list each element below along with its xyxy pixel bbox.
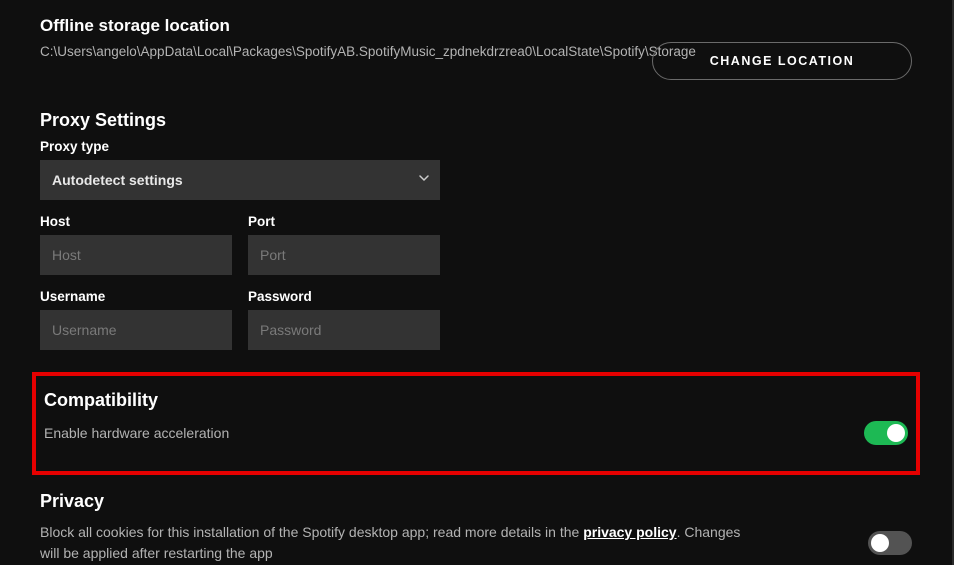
privacy-policy-link[interactable]: privacy policy [583, 524, 676, 540]
proxy-password-label: Password [248, 289, 440, 304]
offline-storage-path: C:\Users\angelo\AppData\Local\Packages\S… [40, 42, 600, 63]
compatibility-heading: Compatibility [44, 390, 908, 411]
toggle-knob [871, 534, 889, 552]
change-location-button[interactable]: CHANGE LOCATION [652, 42, 912, 80]
proxy-password-input[interactable] [248, 310, 440, 350]
block-cookies-text-prefix: Block all cookies for this installation … [40, 524, 583, 540]
hardware-accel-toggle[interactable] [864, 421, 908, 445]
proxy-username-input[interactable] [40, 310, 232, 350]
proxy-host-input[interactable] [40, 235, 232, 275]
proxy-type-select[interactable]: Autodetect settings [40, 160, 440, 200]
proxy-settings-heading: Proxy Settings [40, 110, 912, 131]
toggle-knob [887, 424, 905, 442]
offline-storage-heading: Offline storage location [40, 16, 912, 36]
privacy-heading: Privacy [40, 491, 912, 512]
compatibility-highlight: Compatibility Enable hardware accelerati… [32, 372, 920, 475]
proxy-type-label: Proxy type [40, 139, 912, 154]
proxy-port-input[interactable] [248, 235, 440, 275]
proxy-port-label: Port [248, 214, 440, 229]
proxy-host-label: Host [40, 214, 232, 229]
proxy-username-label: Username [40, 289, 232, 304]
block-cookies-label: Block all cookies for this installation … [40, 522, 760, 564]
block-cookies-toggle[interactable] [868, 531, 912, 555]
hardware-accel-label: Enable hardware acceleration [44, 423, 229, 444]
